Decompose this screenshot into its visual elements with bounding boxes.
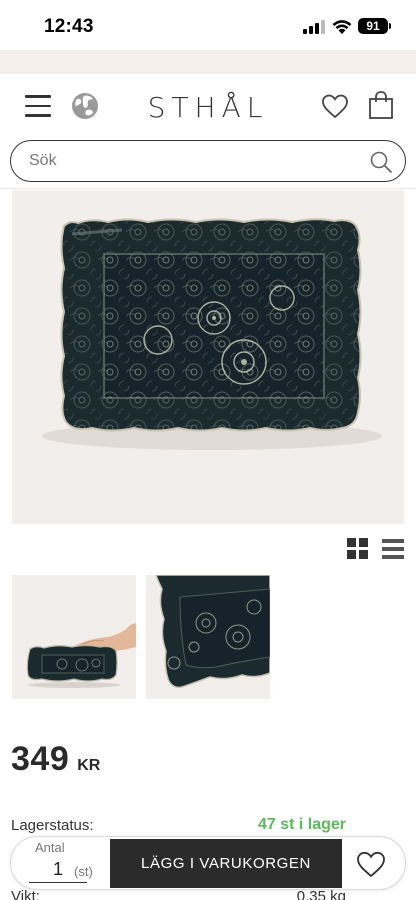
heart-icon[interactable] xyxy=(320,92,350,120)
product-main-image[interactable] xyxy=(12,190,404,524)
add-to-cart-bar: Antal (st) LÄGG I VARUKORGEN xyxy=(10,836,406,890)
add-to-cart-button[interactable]: LÄGG I VARUKORGEN xyxy=(110,839,342,888)
list-view-icon[interactable] xyxy=(382,539,404,559)
search-icon[interactable] xyxy=(369,150,393,174)
promo-strip xyxy=(0,50,416,74)
stock-status-value: 47 st i lager xyxy=(257,816,346,833)
wishlist-heart-icon[interactable] xyxy=(355,849,387,879)
thumbnail-closeup-illustration xyxy=(155,575,270,689)
thumbnail-hand-illustration xyxy=(26,623,136,688)
status-time: 12:43 xyxy=(44,16,94,37)
grid-view-icon[interactable] xyxy=(347,538,369,560)
product-thumbnail-hand[interactable] xyxy=(12,575,136,699)
search-input[interactable] xyxy=(29,149,349,173)
price-value: 349 xyxy=(11,740,70,778)
status-bar: 12:43 91 xyxy=(0,0,416,50)
stock-status-label: Lagerstatus: xyxy=(11,817,94,834)
search-bar[interactable] xyxy=(10,140,406,182)
site-logo[interactable]: STHÅL xyxy=(0,91,416,124)
site-header: STHÅL xyxy=(0,74,416,138)
plate-illustration xyxy=(42,218,382,450)
battery-tip xyxy=(389,23,391,29)
product-price: 349 KR xyxy=(11,740,100,779)
product-thumbnail-closeup[interactable] xyxy=(146,575,270,699)
wifi-icon xyxy=(332,20,352,34)
cellular-signal-icon xyxy=(303,20,325,34)
header-divider xyxy=(0,188,416,189)
price-currency: KR xyxy=(77,757,101,774)
battery-icon: 91 xyxy=(358,18,388,34)
quantity-unit: (st) xyxy=(74,864,93,879)
quantity-label: Antal xyxy=(35,840,65,855)
shopping-bag-icon[interactable] xyxy=(367,90,395,120)
